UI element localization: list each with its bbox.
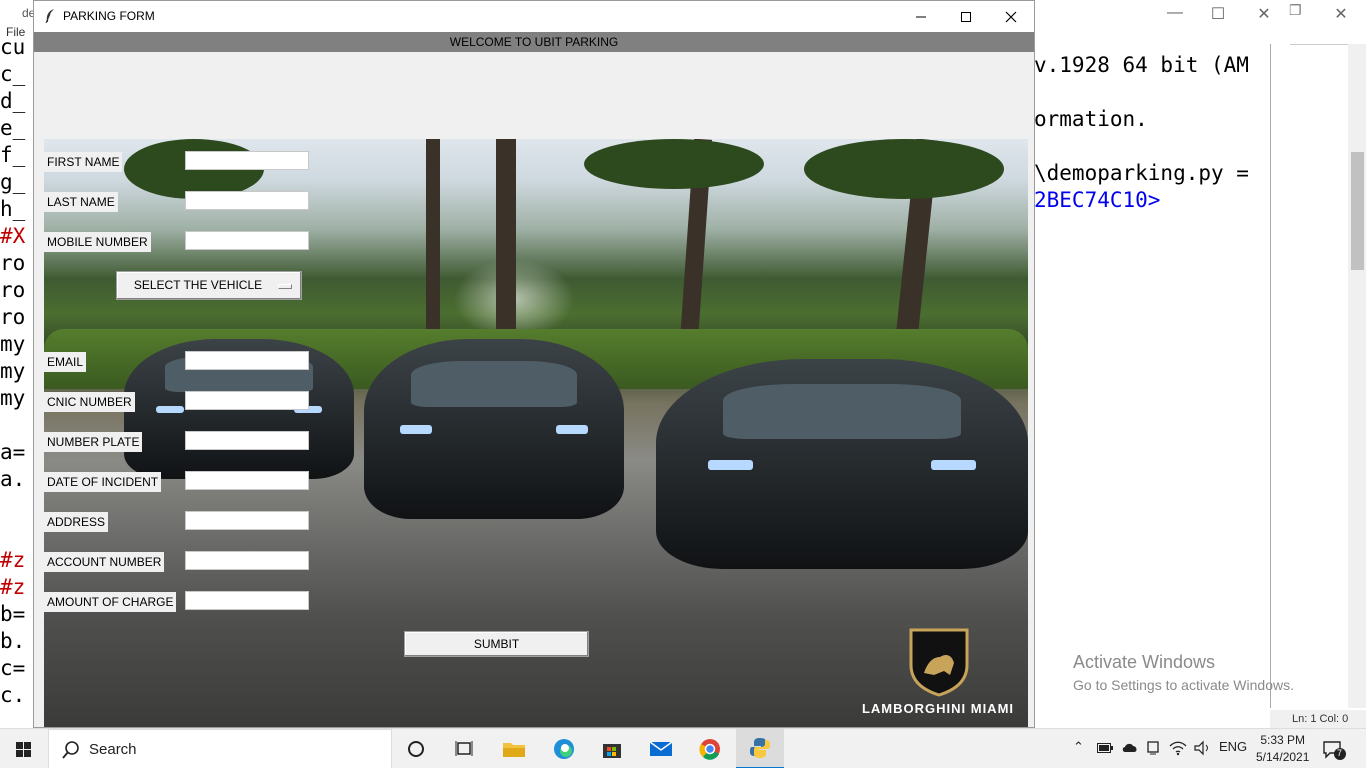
car-center bbox=[364, 339, 624, 519]
start-button[interactable] bbox=[0, 729, 48, 768]
shell-close-button[interactable]: ✕ bbox=[1249, 4, 1279, 24]
maximize-icon bbox=[961, 11, 971, 22]
car-right bbox=[656, 359, 1028, 569]
select-vehicle-dropdown[interactable]: SELECT THE VEHICLE bbox=[116, 271, 302, 300]
field-label: NUMBER PLATE bbox=[44, 432, 143, 452]
vertical-scrollbar[interactable] bbox=[1348, 44, 1366, 708]
minimize-button[interactable] bbox=[898, 1, 944, 32]
notification-center-button[interactable]: 7 bbox=[1322, 740, 1346, 760]
taskbar-search-box[interactable]: Search bbox=[48, 729, 392, 768]
palm-trunk bbox=[426, 139, 440, 339]
task-view-button[interactable] bbox=[440, 729, 488, 768]
close-button[interactable] bbox=[988, 1, 1034, 32]
minimize-icon bbox=[916, 16, 926, 17]
status-bar: Ln: 1 Col: 0 bbox=[1270, 710, 1366, 728]
field-label: AMOUNT OF CHARGE bbox=[44, 592, 177, 612]
volume-icon[interactable] bbox=[1193, 740, 1211, 756]
clock-date: 5/14/2021 bbox=[1256, 750, 1310, 764]
shell-output[interactable]: v.1928 64 bit (AM ormation. \demoparking… bbox=[1034, 44, 1270, 708]
chrome-button[interactable] bbox=[686, 729, 734, 768]
palm-trunk bbox=[496, 139, 516, 349]
task-view-button[interactable] bbox=[392, 729, 440, 768]
python-button[interactable] bbox=[736, 729, 784, 768]
language-indicator[interactable]: ENG bbox=[1219, 739, 1247, 754]
shell-restore-icon[interactable]: ❐ bbox=[1289, 2, 1302, 19]
shell-minimize-button[interactable]: — bbox=[1160, 4, 1190, 22]
field-label: DATE OF INCIDENT bbox=[44, 472, 162, 492]
clock[interactable]: 5:33 PM 5/14/2021 bbox=[1256, 732, 1309, 766]
window-title: PARKING FORM bbox=[63, 9, 155, 23]
field-label: ADDRESS bbox=[44, 512, 109, 532]
field-input[interactable] bbox=[185, 351, 309, 370]
field-input[interactable] bbox=[185, 191, 309, 210]
edge-button[interactable] bbox=[540, 729, 588, 768]
shell-line: ormation. bbox=[1034, 107, 1148, 131]
parking-form-window: PARKING FORM WELCOME TO UBIT PARKING LAM… bbox=[33, 0, 1035, 728]
field-label: LAST NAME bbox=[44, 192, 118, 212]
mail-icon bbox=[649, 741, 673, 756]
palm-fronds bbox=[804, 139, 1004, 199]
python-icon bbox=[750, 738, 770, 758]
palm-fronds bbox=[584, 139, 764, 189]
shell-maximize-button[interactable]: ☐ bbox=[1203, 4, 1233, 24]
field-input[interactable] bbox=[185, 231, 309, 250]
maximize-button[interactable] bbox=[943, 1, 989, 32]
clock-time: 5:33 PM bbox=[1260, 733, 1306, 747]
shell-line: v.1928 64 bit (AM bbox=[1034, 53, 1249, 77]
folder-icon bbox=[503, 743, 525, 757]
field-label: MOBILE NUMBER bbox=[44, 232, 151, 252]
store-button[interactable] bbox=[588, 729, 636, 768]
file-explorer-button[interactable] bbox=[490, 729, 538, 768]
cortana-icon bbox=[408, 741, 424, 757]
store-icon bbox=[603, 744, 621, 758]
search-icon bbox=[62, 741, 79, 759]
task-view-icon bbox=[455, 741, 473, 756]
field-input[interactable] bbox=[185, 591, 309, 610]
field-label: CNIC NUMBER bbox=[44, 392, 135, 412]
field-input[interactable] bbox=[185, 471, 309, 490]
lamborghini-logo bbox=[909, 628, 969, 697]
edge-icon bbox=[554, 739, 574, 759]
shell-line: \demoparking.py = bbox=[1034, 161, 1249, 185]
field-input[interactable] bbox=[185, 551, 309, 570]
chrome-icon bbox=[699, 739, 720, 760]
chevron-up-icon[interactable]: ⌃ bbox=[1073, 739, 1084, 755]
close-icon bbox=[1005, 11, 1017, 22]
feather-icon bbox=[45, 9, 54, 24]
editor-close-button[interactable]: ✕ bbox=[1326, 4, 1356, 24]
scrollbar-thumb[interactable] bbox=[1351, 152, 1364, 270]
activate-subtitle: Go to Settings to activate Windows. bbox=[1073, 677, 1294, 693]
field-label: FIRST NAME bbox=[44, 152, 123, 172]
dropdown-indicator-icon bbox=[278, 284, 292, 289]
title-bar[interactable]: PARKING FORM bbox=[34, 1, 1034, 32]
field-input[interactable] bbox=[185, 511, 309, 530]
notification-icon bbox=[1323, 741, 1346, 760]
windows-icon bbox=[16, 742, 31, 757]
cloud-icon[interactable] bbox=[1121, 741, 1139, 753]
battery-icon[interactable] bbox=[1097, 743, 1113, 753]
shell-line: 2BEC74C10> bbox=[1034, 188, 1161, 212]
field-label: ACCOUNT NUMBER bbox=[44, 552, 165, 572]
notification-count: 7 bbox=[1337, 748, 1343, 758]
wifi-icon[interactable] bbox=[1169, 740, 1187, 756]
field-input[interactable] bbox=[185, 431, 309, 450]
field-input[interactable] bbox=[185, 391, 309, 410]
select-vehicle-label: SELECT THE VEHICLE bbox=[133, 278, 263, 292]
mail-button[interactable] bbox=[637, 729, 685, 768]
welcome-banner: WELCOME TO UBIT PARKING bbox=[34, 32, 1034, 52]
search-label: Search bbox=[89, 741, 137, 758]
divider bbox=[1270, 44, 1271, 708]
taskbar: Search ⌃ ENG 5:33 PM 5/14/2021 7 bbox=[0, 728, 1366, 768]
field-input[interactable] bbox=[185, 151, 309, 170]
device-icon[interactable] bbox=[1145, 740, 1161, 756]
field-label: EMAIL bbox=[44, 352, 87, 372]
activate-windows-watermark: Activate Windows Go to Settings to activ… bbox=[1073, 652, 1294, 693]
submit-button[interactable]: SUMBIT bbox=[404, 631, 589, 657]
brand-caption: LAMBORGHINI MIAMI bbox=[861, 701, 1015, 716]
activate-title: Activate Windows bbox=[1073, 652, 1216, 672]
